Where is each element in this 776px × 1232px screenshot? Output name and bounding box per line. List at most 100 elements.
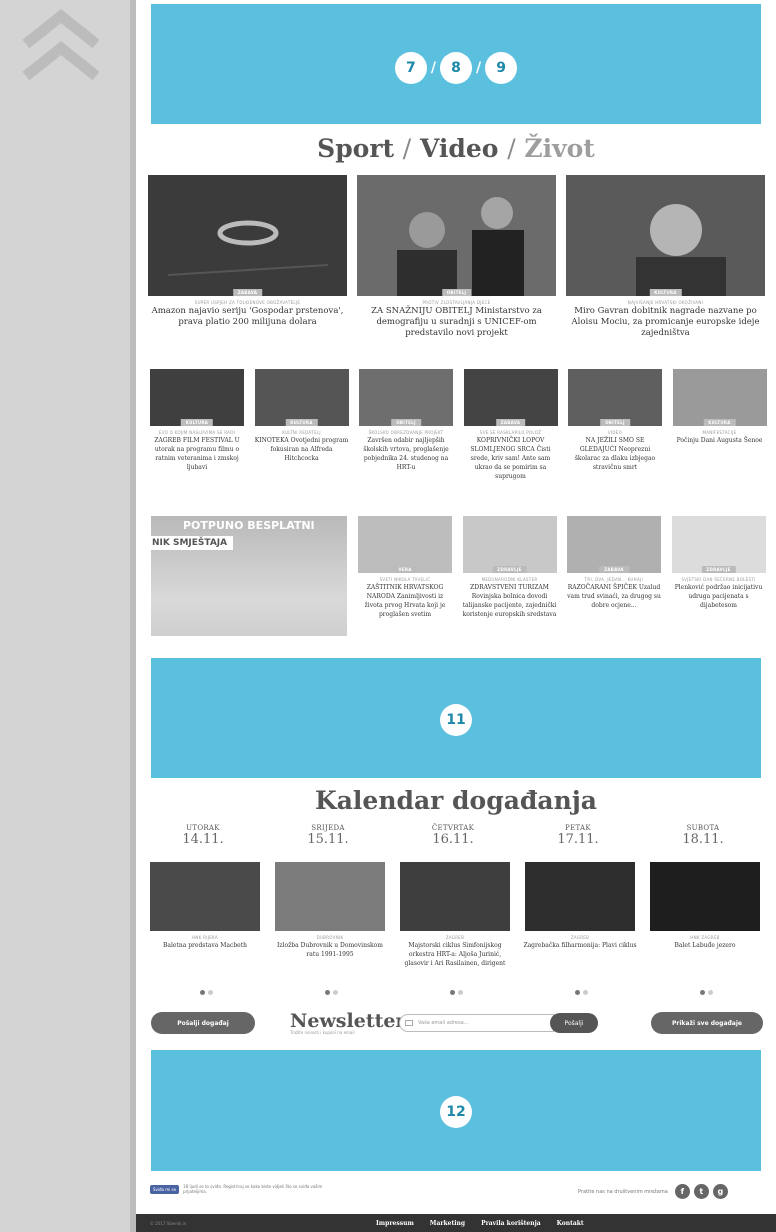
carousel-dot[interactable]	[208, 990, 213, 995]
carousel-dots[interactable]	[325, 990, 338, 995]
ad-separator: /	[430, 60, 436, 76]
article-caption[interactable]: KULTNI REDATELJ KINOTEKA Ovotjedni progra…	[255, 430, 349, 463]
ad-banner-bottom[interactable]: 12	[151, 1050, 761, 1171]
article-caption[interactable]: PROTIV ZLOSTAVLJANJA DJECE ZA SNAŽNIJU O…	[357, 300, 556, 339]
article-headline[interactable]: Završen odabir najljepših školskih vrtov…	[359, 436, 453, 472]
article-caption[interactable]: EVO O KOJIM NASLOVIMA SE RADI ZAGREB FILM…	[150, 430, 244, 472]
scroll-to-top-icon[interactable]	[22, 8, 100, 80]
google-plus-icon[interactable]: g	[712, 1184, 728, 1199]
carousel-dot-active[interactable]	[200, 990, 205, 995]
carousel-dot[interactable]	[458, 990, 463, 995]
article-headline[interactable]: Amazon najavio seriju 'Gospodar prstenov…	[148, 306, 347, 328]
article-headline[interactable]: NA JEŽILI SMO SE GLEDAJUĆI Neopreznі ško…	[568, 436, 662, 472]
article-image[interactable]: ZABAVA	[567, 516, 661, 573]
day-date: 15.11.	[307, 832, 349, 847]
article-image[interactable]: KULTURA	[254, 369, 349, 426]
carousel-dot-active[interactable]	[325, 990, 330, 995]
promo-banner[interactable]: POTPUNO BESPLATNI NIK SMJEŠTAJA	[151, 516, 347, 636]
twitter-icon[interactable]: t	[693, 1184, 709, 1199]
mail-icon	[405, 1020, 413, 1026]
ad-banner-top[interactable]: 7 / 8 / 9	[151, 4, 761, 124]
event-caption[interactable]: DUBROVNIK Izložba Dubrovnik u Domovinskom…	[273, 935, 387, 959]
carousel-dot-active[interactable]	[700, 990, 705, 995]
article-headline[interactable]: KOPRIVNIČKI LOPOV SLOMLJENOG SRCA Čisti …	[464, 436, 558, 481]
article-headline[interactable]: KINOTEKA Ovotjedni program fokusiran na …	[255, 436, 349, 463]
event-caption[interactable]: ZAGREB Zagrebačka filharmonija: Plavi cik…	[523, 935, 637, 950]
newsletter-submit-button[interactable]: Pošalji	[550, 1013, 598, 1033]
article-image[interactable]: KULTURA	[672, 369, 767, 426]
ad-separator: /	[476, 60, 482, 76]
footer-link-contact[interactable]: Kontakt	[557, 1220, 584, 1227]
article-caption[interactable]: SVETI NIKOLA TAVELIĆ ZAŠTITNIK HRVATSKOG …	[358, 577, 452, 619]
article-headline[interactable]: ZA SNAŽNIJU OBITELJ Ministarstvo za demo…	[357, 306, 556, 339]
article-image[interactable]: KULTURA	[150, 369, 244, 426]
section-link-video[interactable]: Video	[420, 134, 499, 163]
carousel-dots[interactable]	[200, 990, 213, 995]
article-caption[interactable]: SVJETSKI DAN ŠEĆERNE BOLESTI Plenković po…	[672, 577, 766, 610]
calendar-day-header: PETAK 17.11.	[523, 824, 633, 847]
section-link-sport[interactable]: Sport	[317, 134, 394, 163]
article-headline[interactable]: RAZOČARANI ŠPIČEK Uzalud vam trud svinać…	[567, 583, 661, 610]
article-headline[interactable]: Miro Gavran dobitnik nagrade nazvane po …	[566, 306, 765, 339]
event-title[interactable]: Baletna predstava Macbeth	[148, 941, 262, 950]
footer-link-marketing[interactable]: Marketing	[430, 1220, 465, 1227]
carousel-dots[interactable]	[575, 990, 588, 995]
carousel-dot[interactable]	[333, 990, 338, 995]
event-title[interactable]: Balet Labuđe jezero	[648, 941, 762, 950]
category-tag: OBITELJ	[391, 419, 421, 426]
event-image[interactable]	[275, 862, 385, 931]
article-headline[interactable]: ZAGREB FILM FESTIVAL U utorak na program…	[150, 436, 244, 472]
article-image[interactable]: ZDRAVLJE	[462, 516, 557, 573]
article-headline[interactable]: Počinju Dani Augusta Šenoe	[673, 436, 767, 445]
event-image[interactable]	[400, 862, 510, 931]
carousel-dot[interactable]	[708, 990, 713, 995]
article-image[interactable]: VERA	[358, 516, 452, 573]
event-title[interactable]: Zagrebačka filharmonija: Plavi ciklus	[523, 941, 637, 950]
article-headline[interactable]: ZAŠTITNIK HRVATSKOG NARODA Zanimljivosti…	[358, 583, 452, 619]
facebook-like-button[interactable]: Sviđa mi se	[150, 1184, 180, 1194]
calendar-day-header: SUBOTA 18.11.	[648, 824, 758, 847]
carousel-dot-active[interactable]	[450, 990, 455, 995]
event-image[interactable]	[650, 862, 760, 931]
article-image[interactable]: ZABAVA	[463, 369, 558, 426]
category-tag: ZABAVA	[495, 419, 526, 426]
article-image[interactable]: KULTURA	[566, 175, 765, 296]
event-caption[interactable]: HNK RIJEKA Baletna predstava Macbeth	[148, 935, 262, 950]
event-image[interactable]	[150, 862, 260, 931]
event-caption[interactable]: ZAGREB Majstorski ciklus Simfonijskog ork…	[398, 935, 512, 968]
article-caption[interactable]: SUPER USPJEH ZA TOLKIENOVE OBOŽAVATELJE …	[148, 300, 347, 328]
event-title[interactable]: Izložba Dubrovnik u Domovinskom ratu 199…	[273, 941, 387, 959]
carousel-dots[interactable]	[450, 990, 463, 995]
article-caption[interactable]: ŠKOLSKO OBREZOVANJE PROJEKT Završen odabi…	[359, 430, 453, 472]
carousel-dot-active[interactable]	[575, 990, 580, 995]
footer-link-terms[interactable]: Pravila korištenja	[481, 1220, 541, 1227]
article-caption[interactable]: MANIFESTACIJE Počinju Dani Augusta Šenoe	[673, 430, 767, 445]
article-caption[interactable]: VIDEO NA JEŽILI SMO SE GLEDAJUĆI Neoprezn…	[568, 430, 662, 472]
event-caption[interactable]: HNK ZAGREB Balet Labuđe jezero	[648, 935, 762, 950]
article-caption[interactable]: NAJVIŠANJE HRVATSKI OKOŽIVANI Miro Gavra…	[566, 300, 765, 339]
article-image[interactable]: OBITELJ	[359, 369, 453, 426]
carousel-dot[interactable]	[583, 990, 588, 995]
article-caption[interactable]: SVE SE RASKLAPILO POLOŽ KOPRIVNIČKI LOPOV…	[464, 430, 558, 481]
article-caption[interactable]: MEDUNARODNI KLASTER ZDRAVSTVENI TURIZAM R…	[463, 577, 557, 619]
section-separator: /	[402, 134, 412, 163]
newsletter-email-input[interactable]: Vaša email adresa...	[399, 1014, 554, 1032]
event-image[interactable]	[525, 862, 635, 931]
article-caption[interactable]: TRI, DVA, JEDAN... KUHAJ! RAZOČARANI ŠPIČ…	[567, 577, 661, 610]
article-headline[interactable]: Plenković podržao inicijativu udruga pac…	[672, 583, 766, 610]
facebook-icon[interactable]: f	[674, 1184, 690, 1199]
ad-banner-middle[interactable]: 11	[151, 658, 761, 778]
carousel-dots[interactable]	[700, 990, 713, 995]
article-image[interactable]: OBITELJ	[568, 369, 662, 426]
article-image[interactable]: ZABAVA	[148, 175, 347, 296]
section-link-zivot[interactable]: Život	[524, 134, 595, 163]
show-all-events-button[interactable]: Prikaži sve događaje	[651, 1012, 763, 1034]
article-image[interactable]: OBITELJ	[357, 175, 556, 296]
event-title[interactable]: Majstorski ciklus Simfonijskog orkestra …	[398, 941, 512, 968]
footer-link-impressum[interactable]: Impressum	[376, 1220, 414, 1227]
article-headline[interactable]: ZDRAVSTVENI TURIZAM Rovinjska bolnica do…	[463, 583, 557, 619]
send-event-button[interactable]: Pošalji događaj	[151, 1012, 255, 1034]
category-tag: KULTURA	[649, 289, 682, 296]
article-image[interactable]: ZDRAVLJE	[671, 516, 766, 573]
newsletter-title: Newsletter	[290, 1010, 406, 1032]
